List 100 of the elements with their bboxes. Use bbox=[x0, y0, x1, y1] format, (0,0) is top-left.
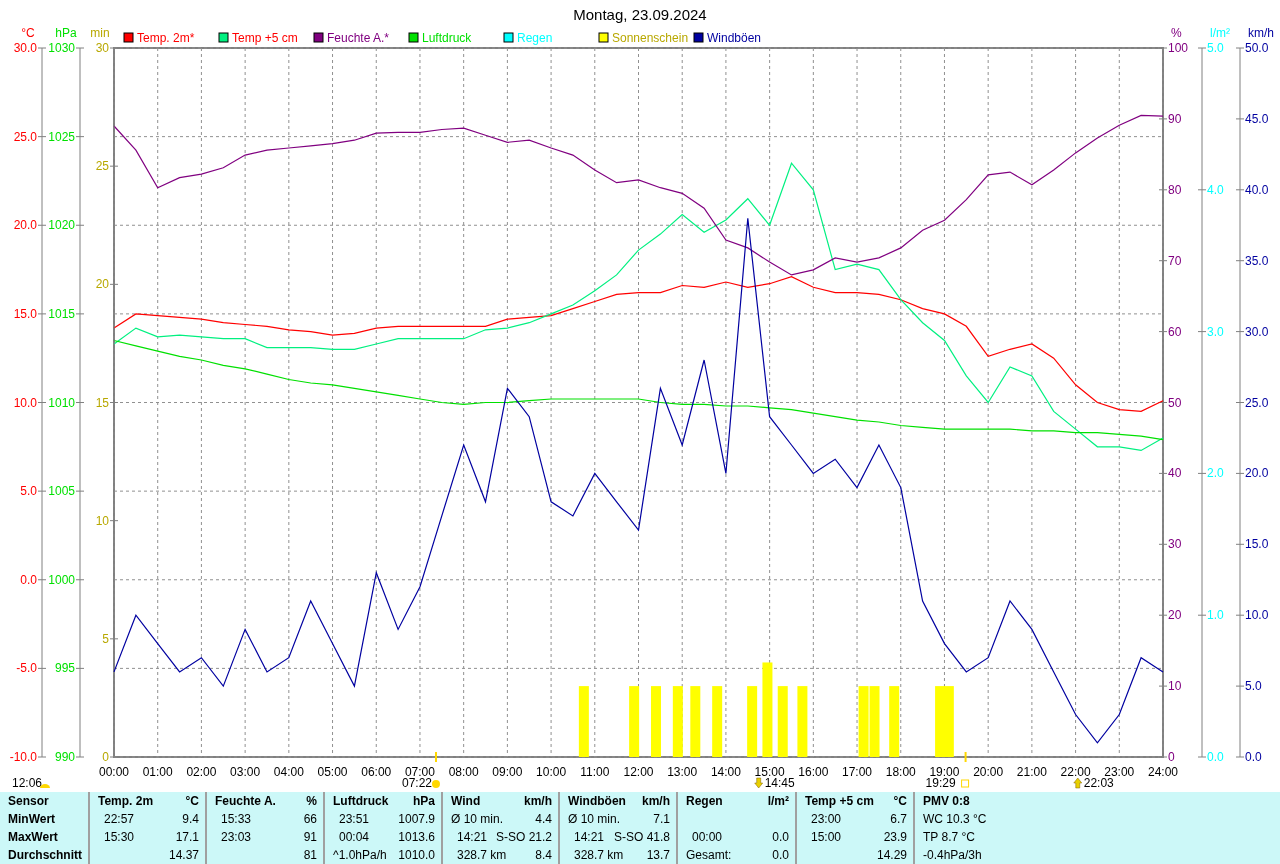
axis-tick-label: 1015 bbox=[48, 306, 75, 321]
axis-tick-label: -5.0 bbox=[16, 661, 37, 676]
legend-label: Luftdruck bbox=[422, 31, 472, 45]
axis-tick-label: 10 bbox=[95, 513, 109, 528]
unit-label: °C bbox=[893, 794, 907, 808]
axis-unit-label: hPa bbox=[55, 26, 77, 40]
x-tick-label: 13:00 bbox=[667, 765, 698, 779]
table-cell-text: 00:00 bbox=[691, 830, 723, 844]
axis-tick-label: 0 bbox=[1168, 750, 1175, 764]
column-title: Wind bbox=[451, 794, 481, 808]
axis-tick-label: 20 bbox=[95, 277, 109, 292]
table-cell: 66 bbox=[303, 812, 317, 826]
x-tick-label: 08:00 bbox=[448, 765, 479, 779]
axis-tick-label: 0 bbox=[102, 750, 109, 764]
column-title: Regen bbox=[686, 794, 723, 808]
chart-title: Montag, 23.09.2024 bbox=[573, 6, 707, 23]
x-tick-label: 05:00 bbox=[317, 765, 348, 779]
sunshine-duration: 12:06 bbox=[12, 776, 43, 790]
axis-tick-label: 50 bbox=[1168, 395, 1182, 410]
axis-tick-label: 10 bbox=[1168, 679, 1182, 694]
table-cell: 1013.6 bbox=[398, 830, 435, 844]
axis-tick-label: 80 bbox=[1168, 182, 1182, 197]
table-cell-text: 15:30 bbox=[103, 830, 135, 844]
table-cell: S-SO 41.8 bbox=[613, 830, 670, 844]
axis-unit-label: % bbox=[1171, 26, 1182, 40]
axis-tick-label: 0.0 bbox=[20, 572, 37, 587]
sunrise-time: 07:22 bbox=[401, 776, 432, 790]
table-cell: Ø 10 min. bbox=[451, 812, 504, 826]
x-tick-label: 23:00 bbox=[1104, 765, 1135, 779]
table-cell-text: 23:03 bbox=[220, 830, 252, 844]
table-cell-text: 15:00 bbox=[810, 830, 842, 844]
x-tick-label: 20:00 bbox=[973, 765, 1004, 779]
table-cell: 14.29 bbox=[876, 848, 907, 862]
table-cell-text: 22:57 bbox=[103, 812, 135, 826]
table-cell-text: 00:04 bbox=[338, 830, 370, 844]
unit-label: % bbox=[306, 794, 317, 808]
axis-tick-label: 100 bbox=[1168, 41, 1189, 55]
axis-tick-label: 30 bbox=[95, 41, 109, 55]
axis-unit-label: l/m² bbox=[1210, 26, 1230, 40]
x-tick-label: 11:00 bbox=[580, 765, 610, 779]
up-arrow-icon bbox=[1073, 777, 1082, 789]
sun-icon bbox=[40, 784, 50, 788]
unit-label: hPa bbox=[413, 794, 435, 808]
table-cell-text: 328.7 km bbox=[573, 848, 624, 862]
axis-tick-label: 1010 bbox=[48, 395, 75, 410]
table-cell: 7.1 bbox=[653, 812, 670, 826]
axis-tick-label: 15.0 bbox=[13, 306, 37, 321]
axis-tick-label: 20 bbox=[1168, 608, 1182, 623]
axis-tick-label: 1005 bbox=[48, 484, 75, 499]
axis-tick-label: 5.0 bbox=[20, 484, 37, 499]
x-tick-label: 06:00 bbox=[361, 765, 392, 779]
column-title: Temp +5 cm bbox=[805, 794, 874, 808]
table-cell: 0.0 bbox=[772, 830, 789, 844]
x-tick-label: 22:00 bbox=[1060, 765, 1091, 779]
axis-tick-label: 5.0 bbox=[1245, 679, 1262, 694]
table-cell: 8.4 bbox=[535, 848, 552, 862]
axis-tick-label: -10.0 bbox=[9, 750, 37, 764]
table-cell-text: 15:33 bbox=[220, 812, 252, 826]
table-cell: -0.4hPa/3h bbox=[923, 848, 982, 862]
axis-tick-label: 70 bbox=[1168, 253, 1182, 268]
x-tick-label: 04:00 bbox=[273, 765, 304, 779]
axis-tick-label: 40 bbox=[1168, 466, 1182, 481]
table-cell: 4.4 bbox=[535, 812, 552, 826]
unit-label: °C bbox=[185, 794, 199, 808]
table-cell: Gesamt: bbox=[686, 848, 732, 862]
time-label: 14:45 bbox=[764, 776, 795, 790]
table-cell: TP 8.7 °C bbox=[923, 830, 975, 844]
table-cell: Ø 10 min. bbox=[568, 812, 621, 826]
x-tick-label: 10:00 bbox=[536, 765, 567, 779]
axis-tick-label: 1.0 bbox=[1207, 608, 1224, 623]
column-title: Temp. 2m bbox=[98, 794, 154, 808]
legend-label: Regen bbox=[517, 31, 553, 45]
table-cell: 17.1 bbox=[175, 830, 199, 844]
axis-tick-label: 35.0 bbox=[1245, 253, 1269, 268]
axis-tick-label: 30 bbox=[1168, 537, 1182, 552]
axis-tick-label: 40.0 bbox=[1245, 182, 1269, 197]
x-tick-label: 02:00 bbox=[186, 765, 217, 779]
table-cell: 91 bbox=[303, 830, 317, 844]
table-cell: ^1.0hPa/h bbox=[333, 848, 387, 862]
axis-tick-label: 90 bbox=[1168, 111, 1182, 126]
axis-tick-label: 20.0 bbox=[13, 218, 37, 233]
axis-unit-label: km/h bbox=[1248, 26, 1274, 40]
x-tick-label: 03:00 bbox=[230, 765, 261, 779]
axis-tick-label: 1025 bbox=[48, 129, 75, 144]
axis-tick-label: 3.0 bbox=[1207, 324, 1224, 339]
axis-tick-label: 990 bbox=[54, 750, 75, 764]
axis-tick-label: 0.0 bbox=[1245, 750, 1262, 764]
table-cell: 13.7 bbox=[646, 848, 670, 862]
table-cell: 23.9 bbox=[883, 830, 907, 844]
unit-label: l/m² bbox=[767, 794, 789, 808]
axis-tick-label: 4.0 bbox=[1207, 182, 1224, 197]
axis-tick-label: 1020 bbox=[48, 218, 75, 233]
x-tick-label: 21:00 bbox=[1016, 765, 1047, 779]
table-cell: 81 bbox=[303, 848, 317, 862]
axis-tick-label: 15.0 bbox=[1245, 537, 1269, 552]
table-cell: 9.4 bbox=[182, 812, 199, 826]
x-tick-label: 17:00 bbox=[842, 765, 873, 779]
axis-tick-label: 25.0 bbox=[13, 129, 37, 144]
x-tick-label: 09:00 bbox=[492, 765, 523, 779]
x-tick-label: 15:00 bbox=[754, 765, 785, 779]
